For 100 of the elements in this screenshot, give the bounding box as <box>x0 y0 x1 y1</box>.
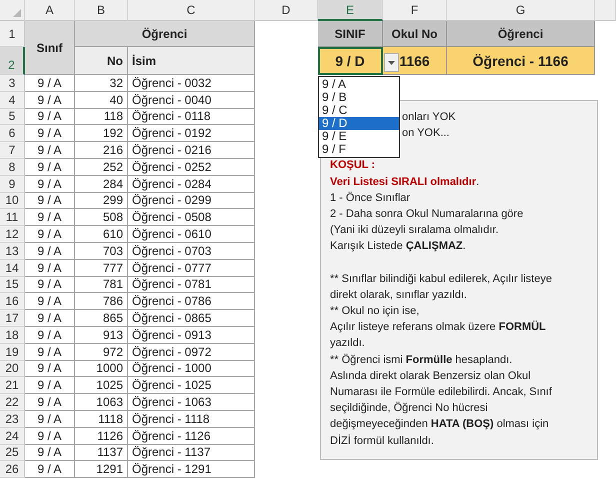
note-line: Karışık Listede ÇALIŞMAZ. <box>330 239 466 254</box>
row-header[interactable]: 13 <box>0 242 25 260</box>
class-select-cell[interactable]: 9 / D <box>318 47 383 75</box>
row-header[interactable]: 19 <box>0 344 25 361</box>
row-header[interactable]: 2 <box>0 47 25 75</box>
column-header[interactable]: D <box>255 0 318 21</box>
table-cell: 299 <box>75 192 128 210</box>
table-cell: Öğrenci - 1126 <box>128 428 255 445</box>
column-header[interactable]: A <box>25 0 75 21</box>
table-cell: 9 / A <box>25 461 75 478</box>
table-cell: Öğrenci - 0781 <box>128 276 255 294</box>
table-cell: 9 / A <box>25 326 75 344</box>
row-header[interactable]: 23 <box>0 410 25 428</box>
table-cell: 9 / A <box>25 344 75 361</box>
row-header[interactable]: 9 <box>0 176 25 193</box>
row-header[interactable]: 15 <box>0 276 25 294</box>
row-header[interactable]: 26 <box>0 461 25 478</box>
table-cell: Öğrenci - 0284 <box>128 176 255 193</box>
table-cell: Öğrenci - 1137 <box>128 444 255 462</box>
row-header[interactable]: 7 <box>0 142 25 159</box>
table-cell: 9 / A <box>25 276 75 294</box>
table-cell: 1137 <box>75 444 128 462</box>
column-header[interactable]: C <box>128 0 255 21</box>
table-cell: Öğrenci - 0299 <box>128 192 255 210</box>
note-line: DİZİ formül kullanıldı. <box>330 434 434 449</box>
row-header[interactable]: 20 <box>0 360 25 378</box>
row-header[interactable]: 3 <box>0 75 25 92</box>
row-header[interactable]: 14 <box>0 260 25 277</box>
row-header[interactable]: 1 <box>0 21 25 47</box>
dropdown-option[interactable]: 9 / D <box>319 117 399 130</box>
table-header-cell: Sınıf <box>25 21 75 75</box>
caret-icon <box>388 60 395 64</box>
table-cell: 32 <box>75 75 128 92</box>
note-line: Veri Listesi SIRALI olmalıdır. <box>330 174 480 190</box>
table-cell: Öğrenci - 1291 <box>128 461 255 478</box>
table-cell: 972 <box>75 344 128 361</box>
row-header[interactable]: 18 <box>0 326 25 344</box>
table-cell: Öğrenci - 1000 <box>128 360 255 378</box>
row-header[interactable]: 11 <box>0 209 25 226</box>
table-cell: 1000 <box>75 360 128 378</box>
triangle-icon <box>13 9 21 17</box>
table-cell: 9 / A <box>25 192 75 210</box>
table-cell: 252 <box>75 158 128 176</box>
table-cell: Öğrenci - 0118 <box>128 108 255 126</box>
note-line: yazıldı. <box>330 336 365 352</box>
table-cell: 9 / A <box>25 226 75 243</box>
row-header[interactable]: 12 <box>0 226 25 243</box>
table-cell: 9 / A <box>25 209 75 226</box>
table-cell: Öğrenci - 0216 <box>128 142 255 159</box>
table-cell: 865 <box>75 310 128 327</box>
note-line: direkt olarak, sınıflar yazıldı. <box>330 288 467 303</box>
dropdown-button[interactable] <box>384 53 399 72</box>
table-cell: 9 / A <box>25 310 75 327</box>
table-cell: 781 <box>75 276 128 294</box>
row-header[interactable]: 25 <box>0 444 25 462</box>
row-header[interactable]: 6 <box>0 125 25 142</box>
row-header[interactable]: 10 <box>0 192 25 210</box>
row-header[interactable]: 17 <box>0 310 25 327</box>
table-cell: Öğrenci - 0040 <box>128 92 255 109</box>
dropdown-option[interactable]: 9 / B <box>319 91 399 104</box>
table-header-cell: Öğrenci <box>447 21 595 47</box>
table-cell: Öğrenci - 0972 <box>128 344 255 361</box>
table-cell: 284 <box>75 176 128 193</box>
row-header[interactable]: 16 <box>0 293 25 310</box>
column-header[interactable]: E <box>318 0 383 21</box>
note-line: ** Okul no için ise, <box>330 304 420 320</box>
table-cell: 786 <box>75 293 128 310</box>
column-header[interactable]: G <box>447 0 595 21</box>
note-line: ** Sınıflar bilindiği kabul edilerek, Açılır listeye <box>330 272 552 287</box>
table-cell: Öğrenci - 0192 <box>128 125 255 142</box>
table-cell: 1126 <box>75 428 128 445</box>
note-line: ** Öğrenci ismi Formülle hesaplandı. <box>330 352 512 368</box>
note-line: Aslında direkt olarak Benzersiz olan Okul <box>330 368 531 384</box>
table-cell: 9 / A <box>25 260 75 277</box>
dropdown-option[interactable]: 9 / A <box>319 78 399 91</box>
table-cell: 703 <box>75 242 128 260</box>
table-cell: 9 / A <box>25 360 75 378</box>
row-header[interactable]: 8 <box>0 158 25 176</box>
table-cell: 610 <box>75 226 128 243</box>
dropdown-option[interactable]: 9 / C <box>319 104 399 117</box>
row-header[interactable]: 4 <box>0 92 25 109</box>
table-cell: 508 <box>75 209 128 226</box>
column-header[interactable]: B <box>75 0 128 21</box>
table-cell: 1118 <box>75 410 128 428</box>
row-header[interactable]: 5 <box>0 108 25 126</box>
table-cell: Öğrenci - 0777 <box>128 260 255 277</box>
column-header[interactable]: F <box>383 0 447 21</box>
row-header[interactable]: 24 <box>0 428 25 445</box>
row-header[interactable]: 21 <box>0 377 25 394</box>
table-header-cell: İsim <box>128 47 255 75</box>
table-cell: 9 / A <box>25 176 75 193</box>
dropdown-option[interactable]: 9 / E <box>319 130 399 143</box>
note-line: 2 - Daha sonra Okul Numaralarına göre <box>330 207 524 222</box>
table-cell: 40 <box>75 92 128 109</box>
table-cell: 9 / A <box>25 394 75 411</box>
row-header[interactable]: 22 <box>0 394 25 411</box>
table-cell: Öğrenci - 1025 <box>128 377 255 394</box>
dropdown-option[interactable]: 9 / F <box>319 143 399 156</box>
note-line: değişmeyeceğinden HATA (BOŞ) olması için <box>330 417 549 432</box>
table-cell: 1025 <box>75 377 128 394</box>
